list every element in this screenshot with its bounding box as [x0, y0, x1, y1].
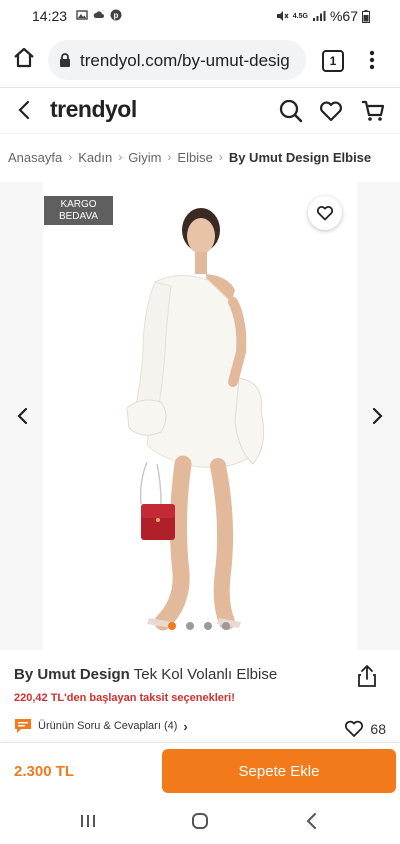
notification-icons: p: [76, 9, 122, 21]
previous-image-arrow-icon[interactable]: [14, 406, 32, 426]
lock-icon: [60, 53, 70, 67]
installment-info[interactable]: 220,42 TL'den başlayan taksit seçenekler…: [14, 692, 235, 704]
chevron-right-icon: ›: [218, 150, 223, 164]
chat-bubble-icon: [15, 719, 31, 733]
likes-count: 68: [370, 721, 386, 737]
product-price: 2.300 TL: [14, 763, 75, 780]
home-icon[interactable]: [12, 46, 36, 70]
mute-icon: [276, 11, 289, 21]
favorite-button[interactable]: [308, 196, 342, 230]
heart-icon: [345, 720, 364, 737]
status-bar: 14:23 p 4.5G %67: [0, 0, 400, 32]
tab-switcher-button[interactable]: 1: [322, 50, 344, 72]
cart-icon[interactable]: [360, 98, 386, 124]
battery-level: %67: [329, 8, 358, 24]
url-text[interactable]: trendyol.com/by-umut-desig: [80, 51, 300, 71]
breadcrumb: Anasayfa › Kadın › Giyim › Elbise › By U…: [0, 134, 400, 180]
gallery-dot[interactable]: [168, 622, 176, 630]
gallery-dots: [168, 622, 230, 630]
recent-apps-icon[interactable]: [78, 811, 98, 831]
more-vertical-icon[interactable]: [364, 48, 380, 72]
battery-icon: [362, 9, 370, 23]
product-info: By Umut Design Tek Kol Volanlı Elbise 22…: [0, 652, 400, 748]
qa-label[interactable]: Ürünün Soru & Cevapları (4): [38, 720, 177, 732]
app-header: trendyol: [0, 88, 400, 134]
back-arrow-icon[interactable]: [14, 99, 36, 121]
breadcrumb-item-giyim[interactable]: Giyim: [128, 150, 161, 165]
product-title: By Umut Design Tek Kol Volanlı Elbise: [14, 666, 277, 683]
search-icon[interactable]: [278, 98, 304, 124]
status-right: 4.5G %67: [275, 8, 370, 24]
svg-text:p: p: [114, 11, 119, 20]
product-name: Tek Kol Volanlı Elbise: [133, 666, 278, 683]
next-image-arrow-icon[interactable]: [368, 406, 386, 426]
chevron-right-icon: ›: [183, 718, 188, 734]
heart-icon: [316, 206, 334, 221]
home-button-icon[interactable]: [190, 811, 210, 831]
breadcrumb-item-anasayfa[interactable]: Anasayfa: [8, 150, 62, 165]
breadcrumb-item-kadin[interactable]: Kadın: [78, 150, 112, 165]
badge-line-2: BEDAVA: [58, 211, 99, 222]
purchase-bar: 2.300 TL Sepete Ekle: [0, 742, 400, 798]
product-photo: [126, 208, 265, 631]
chevron-right-icon: ›: [118, 150, 123, 164]
add-to-cart-button[interactable]: Sepete Ekle: [162, 749, 396, 793]
breadcrumb-current: By Umut Design Elbise: [228, 149, 372, 165]
image-icon: [76, 10, 88, 20]
signal-icon: [312, 11, 326, 21]
status-time: 14:23: [32, 8, 68, 24]
android-nav-bar: [0, 798, 400, 844]
gallery-dot[interactable]: [186, 622, 194, 630]
chevron-right-icon: ›: [167, 150, 172, 164]
product-gallery[interactable]: KARGO BEDAVA: [0, 182, 400, 650]
browser-toolbar: trendyol.com/by-umut-desig 1: [0, 32, 400, 88]
cloud-icon: [93, 11, 104, 18]
product-brand[interactable]: By Umut Design: [14, 666, 130, 683]
back-button-icon[interactable]: [302, 811, 322, 831]
network-type: 4.5G: [292, 12, 308, 20]
url-field[interactable]: trendyol.com/by-umut-desig: [48, 40, 306, 80]
likes-counter[interactable]: 68: [344, 720, 386, 738]
gallery-dot[interactable]: [222, 622, 230, 630]
heart-icon[interactable]: [318, 98, 344, 124]
badge-line-1: KARGO: [60, 199, 97, 210]
qa-link[interactable]: Ürünün Soru & Cevapları (4) ›: [14, 718, 188, 734]
product-image[interactable]: [43, 182, 357, 650]
breadcrumb-item-elbise[interactable]: Elbise: [177, 150, 212, 165]
share-icon[interactable]: [356, 664, 378, 688]
chevron-right-icon: ›: [68, 150, 73, 164]
free-shipping-badge: KARGO BEDAVA: [44, 196, 113, 225]
brand-logo[interactable]: trendyol: [50, 96, 137, 123]
gallery-dot[interactable]: [204, 622, 212, 630]
pinterest-icon: p: [110, 9, 122, 21]
